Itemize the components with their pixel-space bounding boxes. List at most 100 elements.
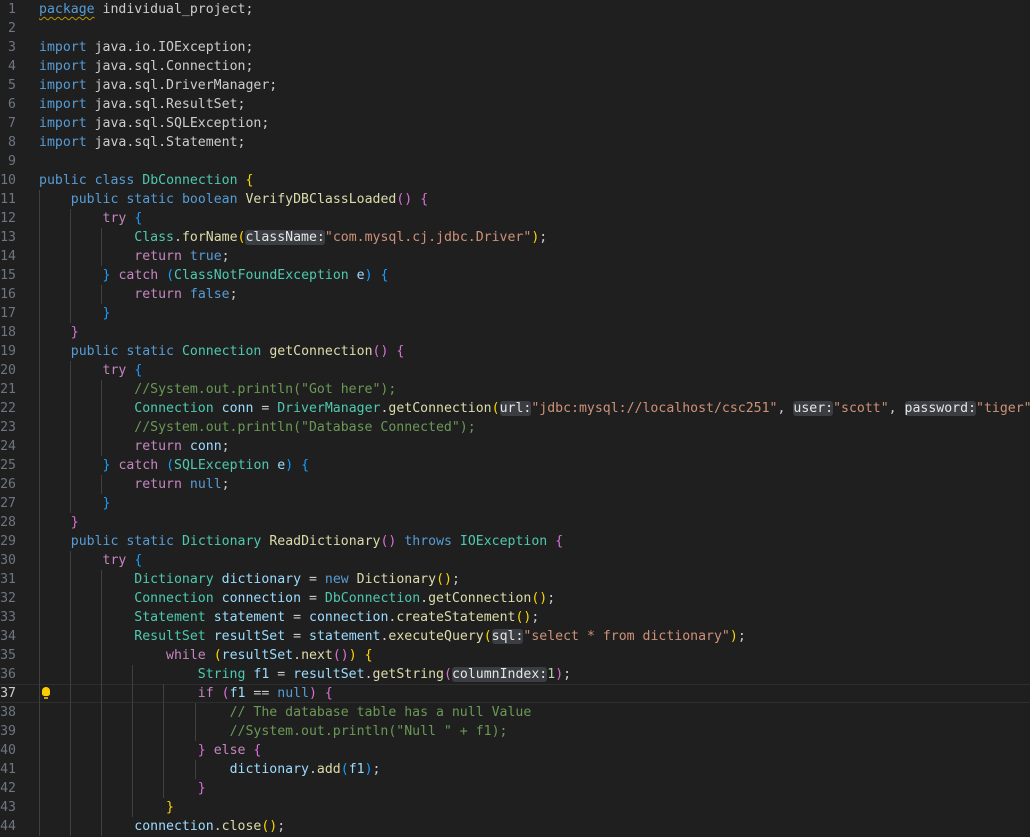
line-number: 2 — [8, 21, 16, 36]
code-token: VerifyDBClassLoaded — [245, 192, 397, 207]
code-line[interactable]: 2 — [0, 19, 1030, 38]
code-line[interactable]: 6 import java.sql.ResultSet; — [0, 95, 1030, 114]
code-token: import — [39, 59, 87, 74]
code-line-content: dictionary.add(f1); — [229, 762, 381, 777]
code-line-content: return true; — [134, 249, 230, 264]
code-token: dictionary — [221, 572, 302, 587]
code-token: catch — [118, 268, 159, 283]
code-token: try — [102, 211, 127, 226]
code-line[interactable]: 11 public static boolean VerifyDBClassLo… — [0, 190, 1030, 209]
code-line[interactable]: 3 import java.io.IOException; — [0, 38, 1030, 57]
code-line[interactable]: 29 public static Dictionary ReadDictiona… — [0, 532, 1030, 551]
inlay-hint: url: — [499, 401, 532, 416]
code-line[interactable]: 27 } — [0, 494, 1030, 513]
code-token: public — [70, 344, 119, 359]
code-token: dictionary — [229, 762, 309, 777]
code-token: static — [126, 344, 174, 359]
line-number: 34 — [0, 629, 16, 644]
code-line[interactable]: 36 String f1 = resultSet.getString(colum… — [0, 665, 1030, 684]
code-token: java.sql.Connection — [94, 59, 246, 74]
code-line[interactable]: 10 public class DbConnection { — [0, 171, 1030, 190]
line-number: 7 — [8, 116, 16, 131]
code-line-content: import java.sql.Connection; — [39, 59, 254, 74]
code-comment: // The database table has a null Value — [229, 705, 532, 720]
code-line[interactable]: 7 import java.sql.SQLException; — [0, 114, 1030, 133]
code-token: DriverManager — [277, 401, 381, 416]
line-number: 1 — [8, 2, 16, 17]
code-line[interactable]: 1 package individual_project; — [0, 0, 1030, 19]
code-token: import — [39, 97, 87, 112]
code-line[interactable]: 23 //System.out.println("Database Connec… — [0, 418, 1030, 437]
code-token: Connection — [134, 401, 214, 416]
code-line[interactable]: 33 Statement statement = connection.crea… — [0, 608, 1030, 627]
code-token: getConnection — [388, 401, 492, 416]
code-line[interactable]: 38 // The database table has a null Valu… — [0, 703, 1030, 722]
code-line-content: Connection connection = DbConnection.get… — [134, 591, 556, 606]
code-line[interactable]: 34 ResultSet resultSet = statement.execu… — [0, 627, 1030, 646]
line-number: 44 — [0, 819, 16, 834]
code-line[interactable]: 17 } — [0, 304, 1030, 323]
code-editor[interactable]: 1 package individual_project; 2 3 import jav… — [0, 0, 1030, 837]
code-token: DbConnection — [324, 591, 421, 606]
code-token: throws — [404, 534, 452, 549]
code-token: try — [102, 363, 127, 378]
code-token: createStatement — [396, 610, 516, 625]
code-token: resultSet — [221, 648, 294, 663]
code-line[interactable]: 25 } catch (SQLException e) { — [0, 456, 1030, 475]
code-token: e — [356, 268, 365, 283]
code-line[interactable]: 20 try { — [0, 361, 1030, 380]
line-number: 35 — [0, 648, 16, 663]
code-line[interactable]: 44 connection.close(); — [0, 817, 1030, 836]
code-line[interactable]: 35 while (resultSet.next()) { — [0, 646, 1030, 665]
code-line[interactable]: 40 } else { — [0, 741, 1030, 760]
code-line-content: } catch (ClassNotFoundException e) { — [102, 268, 389, 283]
code-line[interactable]: 15 } catch (ClassNotFoundException e) { — [0, 266, 1030, 285]
code-line[interactable]: 22 Connection conn = DriverManager.getCo… — [0, 399, 1030, 418]
code-line[interactable]: 43 } — [0, 798, 1030, 817]
code-token: IOException — [459, 534, 548, 549]
warning-squiggle: package — [39, 2, 95, 17]
code-line[interactable]: 16 return false; — [0, 285, 1030, 304]
code-line[interactable]: 21 //System.out.println("Got here"); — [0, 380, 1030, 399]
code-line-content: // The database table has a null Value — [39, 703, 532, 722]
code-token: Connection — [181, 344, 262, 359]
code-line[interactable]: 31 Dictionary dictionary = new Dictionar… — [0, 570, 1030, 589]
code-line[interactable]: 26 return null; — [0, 475, 1030, 494]
code-line-content: } — [166, 800, 174, 815]
code-line-content: public static boolean VerifyDBClassLoade… — [70, 192, 429, 207]
code-line[interactable]: 12 try { — [0, 209, 1030, 228]
code-token: public — [70, 534, 119, 549]
code-line[interactable]: 5 import java.sql.DriverManager; — [0, 76, 1030, 95]
line-number: 27 — [0, 496, 16, 511]
code-line-content: package individual_project; — [39, 2, 254, 17]
code-line[interactable]: 42 } — [0, 779, 1030, 798]
code-line[interactable]: 4 import java.sql.Connection; — [0, 57, 1030, 76]
code-line[interactable]: 9 — [0, 152, 1030, 171]
code-line[interactable]: 37 if (f1 == null) { — [0, 684, 1030, 703]
code-line[interactable]: 18 } — [0, 323, 1030, 342]
line-number: 6 — [8, 97, 16, 112]
line-number: 26 — [0, 477, 16, 492]
code-line[interactable]: 28 } — [0, 513, 1030, 532]
code-line[interactable]: 8 import java.sql.Statement; — [0, 133, 1030, 152]
line-number: 3 — [8, 40, 16, 55]
code-line[interactable]: 41 dictionary.add(f1); — [0, 760, 1030, 779]
code-line[interactable]: 19 public static Connection getConnectio… — [0, 342, 1030, 361]
code-line-content: try { — [102, 363, 143, 378]
code-line[interactable]: 13 Class.forName(className:"com.mysql.cj… — [0, 228, 1030, 247]
code-line-content: import java.sql.DriverManager; — [39, 78, 278, 93]
line-number: 13 — [0, 230, 16, 245]
inlay-hint: className: — [245, 230, 325, 245]
code-token: close — [221, 819, 262, 834]
line-number: 29 — [0, 534, 16, 549]
code-line[interactable]: 24 return conn; — [0, 437, 1030, 456]
code-line[interactable]: 39 //System.out.println("Null " + f1); — [0, 722, 1030, 741]
code-token: new — [324, 572, 349, 587]
code-token: import — [39, 116, 87, 131]
code-line[interactable]: 14 return true; — [0, 247, 1030, 266]
line-number: 36 — [0, 667, 16, 682]
code-line[interactable]: 30 try { — [0, 551, 1030, 570]
code-line[interactable]: 32 Connection connection = DbConnection.… — [0, 589, 1030, 608]
line-number: 15 — [0, 268, 16, 283]
inlay-hint: user: — [793, 401, 834, 416]
